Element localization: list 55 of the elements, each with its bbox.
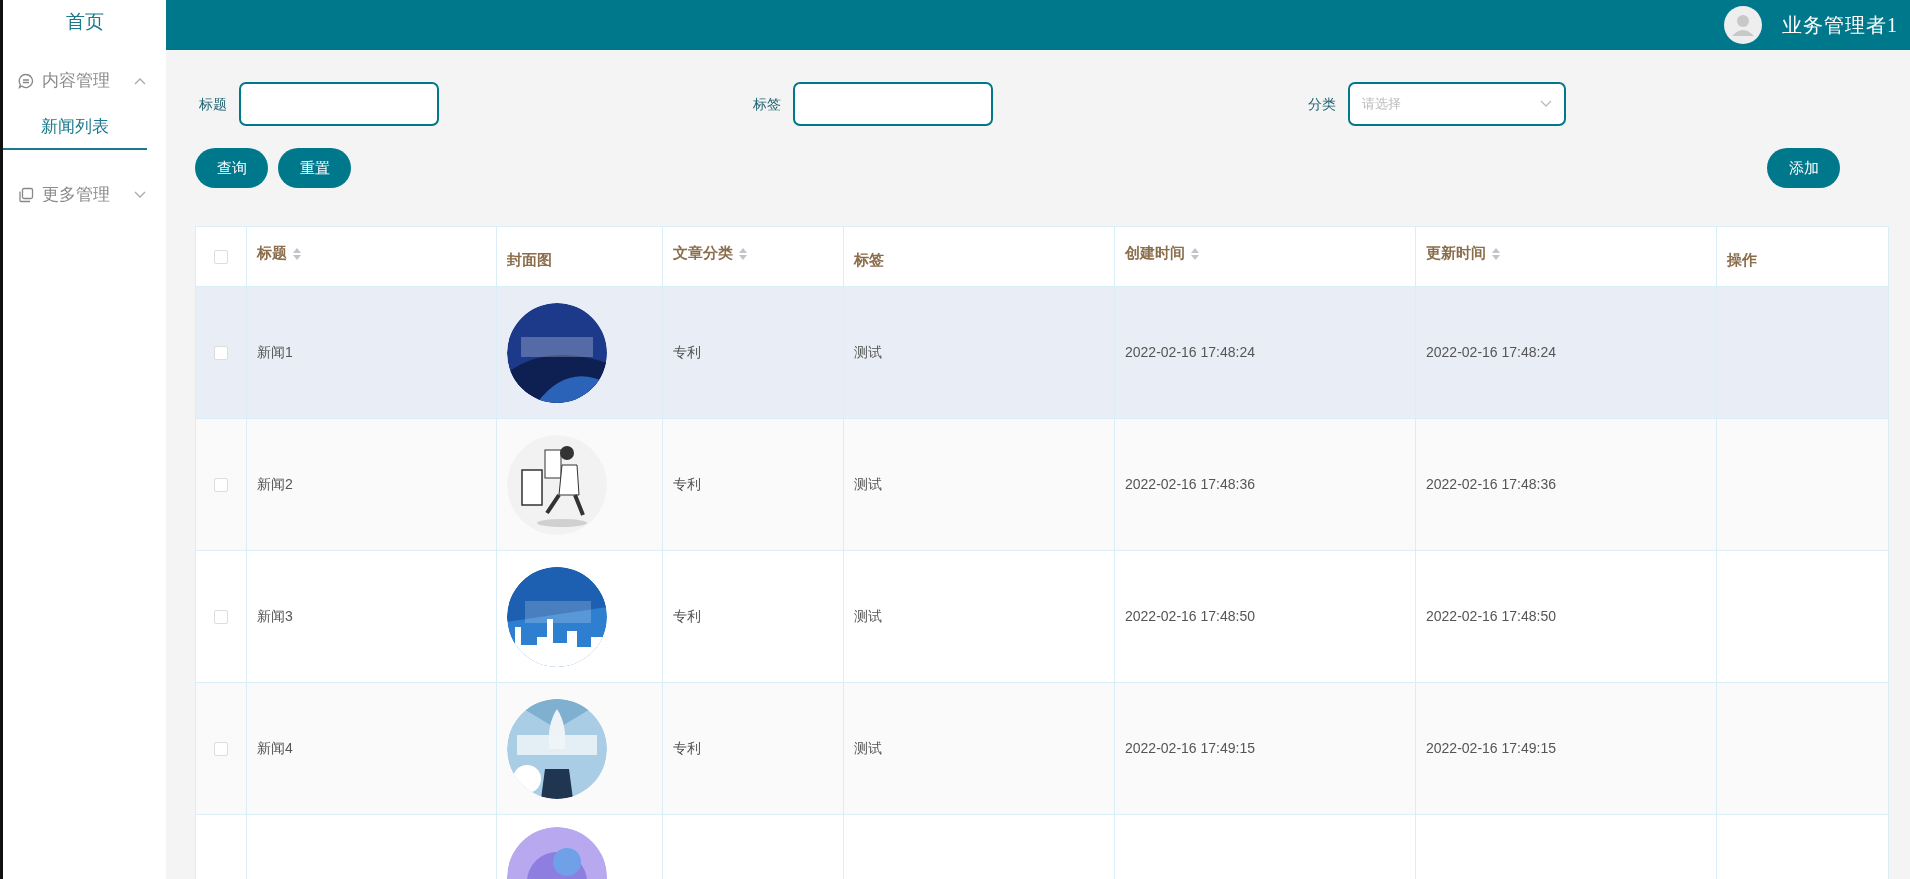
title-cell: 新闻4	[257, 740, 293, 756]
chevron-icon	[134, 77, 146, 85]
column-header: 操作	[1716, 226, 1889, 287]
caret-icon	[1540, 100, 1552, 108]
created-time-cell: 2022-02-16 17:48:24	[1125, 344, 1255, 360]
column-header: 标签	[843, 226, 1115, 287]
filter-label: 分类	[1307, 95, 1336, 114]
column-header[interactable]: 标题	[246, 226, 497, 287]
created-time-cell: 2022-02-16 17:48:36	[1125, 476, 1255, 492]
category-cell: 专利	[673, 344, 701, 360]
row-checkbox[interactable]	[214, 477, 228, 492]
column-header[interactable]: 更新时间	[1415, 226, 1717, 287]
sort-icon[interactable]	[1191, 248, 1199, 261]
user-name[interactable]: 业务管理者1	[1782, 10, 1898, 40]
updated-time-cell: 2022-02-16 17:48:50	[1426, 608, 1556, 624]
select-all-checkbox[interactable]	[214, 249, 228, 264]
add-button[interactable]: 添加	[1767, 148, 1840, 188]
copy-icon	[18, 187, 34, 203]
search-field[interactable]	[239, 82, 439, 126]
title-cell: 新闻1	[257, 344, 293, 360]
chevron-icon	[134, 191, 146, 199]
filter-label: 标题	[198, 95, 227, 114]
category-cell: 专利	[673, 476, 701, 492]
menu-item[interactable]: 更多管理	[3, 170, 166, 220]
query-button[interactable]: 查询	[195, 148, 268, 188]
home-menu-item[interactable]: 首页	[3, 0, 166, 44]
row-checkbox[interactable]	[214, 609, 228, 624]
search-field[interactable]	[793, 82, 993, 126]
avatar-icon[interactable]	[1724, 6, 1762, 44]
created-time-cell: 2022-02-16 17:49:15	[1125, 740, 1255, 756]
row-checkbox[interactable]	[214, 741, 228, 756]
row-checkbox[interactable]	[214, 345, 228, 360]
updated-time-cell: 2022-02-16 17:49:15	[1426, 740, 1556, 756]
sort-icon[interactable]	[739, 248, 747, 261]
tag-cell: 测试	[854, 476, 882, 492]
column-header[interactable]: 文章分类	[662, 226, 844, 287]
updated-time-cell: 2022-02-16 17:48:24	[1426, 344, 1556, 360]
category-cell: 专利	[673, 740, 701, 756]
sort-icon[interactable]	[293, 248, 301, 261]
updated-time-cell: 2022-02-16 17:48:36	[1426, 476, 1556, 492]
reset-button[interactable]: 重置	[278, 148, 351, 188]
tag-cell: 测试	[854, 344, 882, 360]
created-time-cell: 2022-02-16 17:48:50	[1125, 608, 1255, 624]
category-cell: 专利	[673, 608, 701, 624]
tag-cell: 测试	[854, 740, 882, 756]
title-cell: 新闻3	[257, 608, 293, 624]
column-header[interactable]: 创建时间	[1114, 226, 1416, 287]
column-header: 封面图	[496, 226, 663, 287]
sort-icon[interactable]	[1492, 248, 1500, 261]
chat-icon	[18, 73, 34, 89]
menu-item[interactable]: 内容管理	[3, 56, 166, 106]
tag-cell: 测试	[854, 608, 882, 624]
filter-label: 标签	[752, 95, 781, 114]
submenu-item[interactable]: 新闻列表	[3, 106, 147, 150]
title-cell: 新闻2	[257, 476, 293, 492]
